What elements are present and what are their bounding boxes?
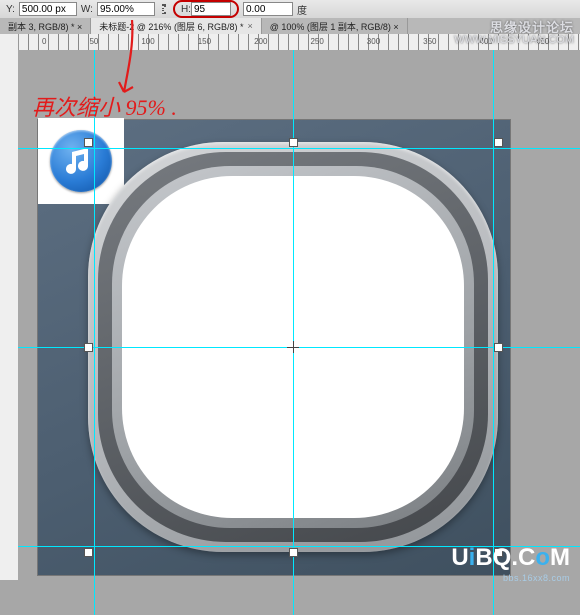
y-input[interactable]: [19, 2, 77, 16]
document-tab-active[interactable]: 未标题-2 @ 216% (图层 6, RGB/8) * ×: [91, 18, 261, 34]
document-tab[interactable]: @ 100% (图层 1 副本, RGB/8) ×: [262, 18, 408, 34]
guide-vertical[interactable]: [293, 50, 294, 615]
itunes-icon: [50, 130, 112, 192]
transform-options-bar: Y: W: H: 度: [0, 0, 580, 19]
reference-image: [38, 118, 124, 204]
transform-center-icon[interactable]: [293, 347, 294, 348]
h-input[interactable]: [191, 2, 231, 16]
music-icon: [64, 144, 98, 178]
y-label: Y:: [6, 4, 15, 15]
guide-horizontal[interactable]: [18, 347, 580, 348]
watermark-bottom: UiBQ.CoM bbs.16xx8.com: [451, 544, 570, 572]
annotation-text: 再次缩小 95% .: [32, 90, 177, 122]
w-label: W:: [81, 4, 93, 15]
angle-label: 度: [297, 2, 307, 17]
close-icon[interactable]: ×: [247, 21, 252, 31]
tab-label: @ 100% (图层 1 副本, RGB/8) ×: [270, 20, 399, 33]
ruler-vertical: [0, 34, 19, 580]
transform-handle[interactable]: [84, 548, 93, 557]
guide-horizontal[interactable]: [18, 148, 580, 149]
h-field-highlight: H:: [173, 0, 239, 18]
watermark-top-sub: WWW.MISSYUAN.COM: [454, 34, 574, 46]
guide-vertical[interactable]: [493, 50, 494, 615]
h-label: H:: [181, 4, 191, 15]
w-input[interactable]: [97, 2, 155, 16]
watermark-top: 思缘设计论坛 WWW.MISSYUAN.COM: [454, 22, 574, 46]
canvas-area[interactable]: [18, 50, 580, 580]
guide-vertical[interactable]: [94, 50, 95, 615]
watermark-top-main: 思缘设计论坛: [454, 22, 574, 34]
document-tab[interactable]: 副本 3, RGB/8) * ×: [0, 18, 91, 34]
tab-label: 未标题-2 @ 216% (图层 6, RGB/8) *: [99, 20, 243, 33]
tab-label: 副本 3, RGB/8) * ×: [8, 20, 82, 33]
transform-handle[interactable]: [494, 138, 503, 147]
angle-input[interactable]: [243, 2, 293, 16]
document-canvas[interactable]: [38, 120, 510, 575]
link-wh-icon[interactable]: [159, 3, 169, 15]
watermark-bottom-sub: bbs.16xx8.com: [503, 573, 570, 583]
